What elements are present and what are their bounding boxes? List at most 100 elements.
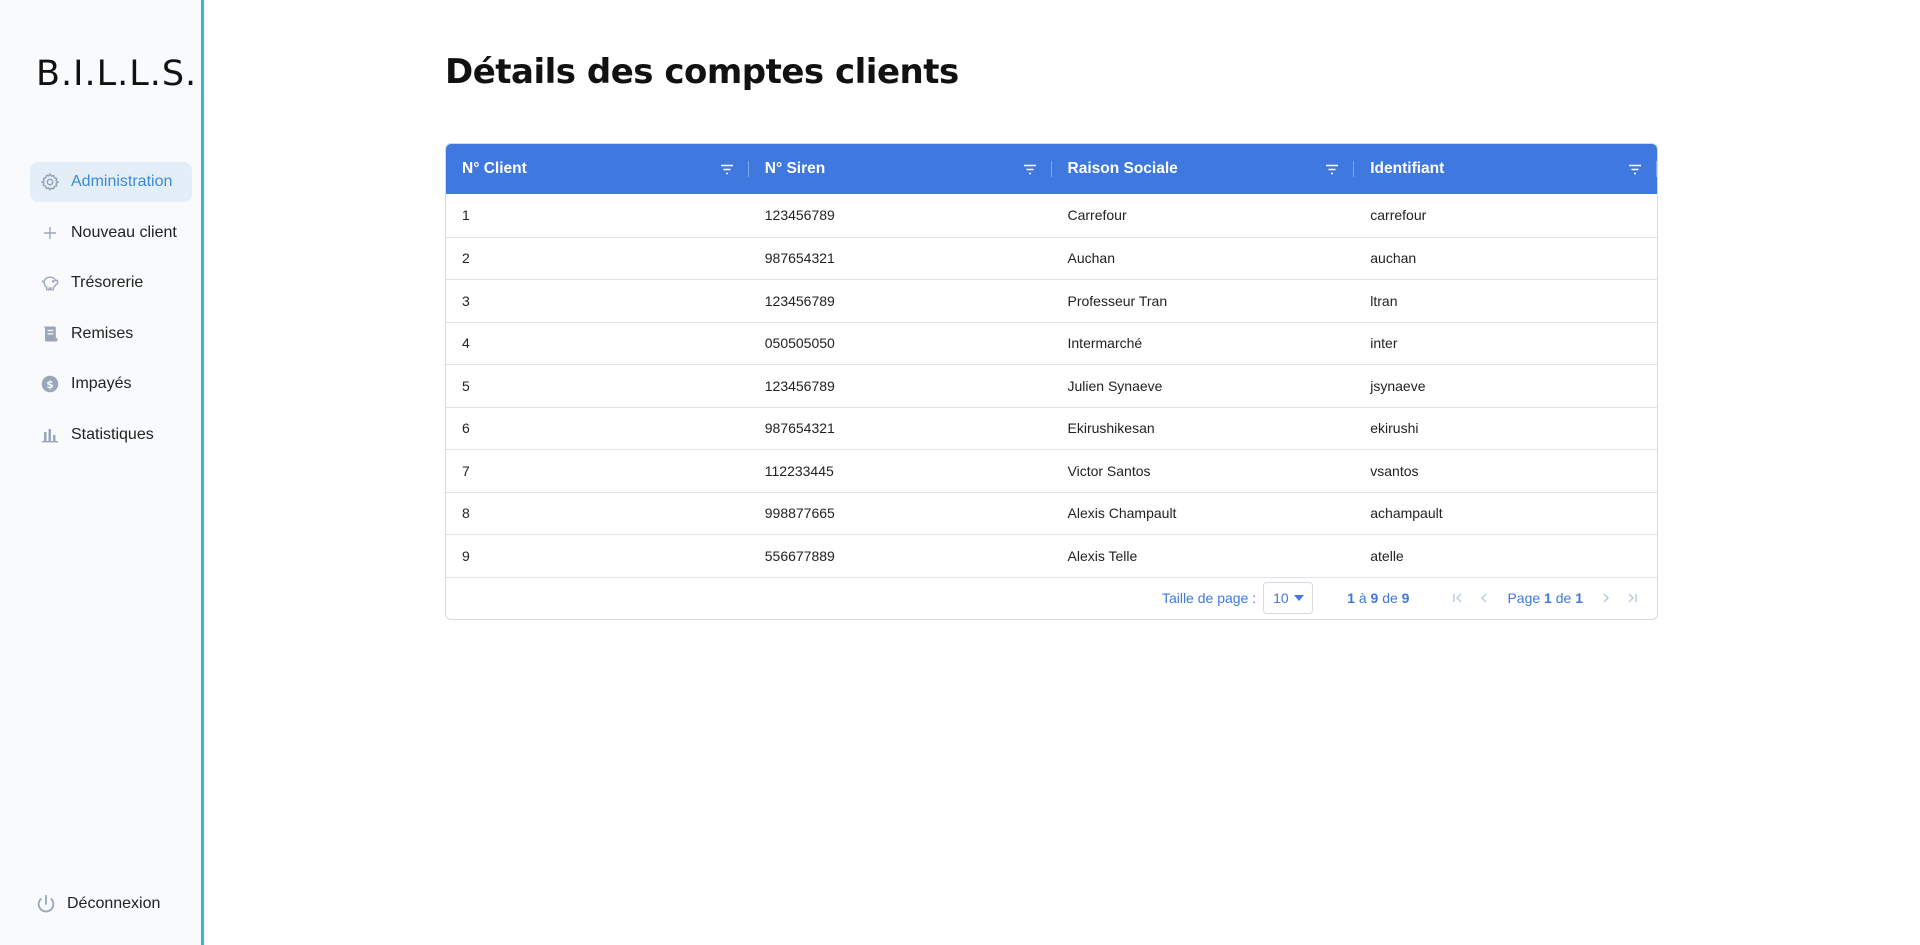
cell-raison-sociale: Julien Synaeve [1067,377,1163,394]
cell-raison-sociale: Victor Santos [1067,462,1151,479]
sidebar-item-label: Impayés [71,375,132,392]
cell-identifiant: jsynaeve [1370,377,1426,394]
filter-icon[interactable] [1324,162,1340,176]
cell-client-number: 5 [462,377,470,394]
logout-label: Déconnexion [67,895,161,912]
sidebar: B.I.L.L.S. Administration Nouveau client… [0,0,204,945]
sidebar-item-tresorerie[interactable]: Trésorerie [30,263,192,303]
sidebar-item-administration[interactable]: Administration [30,162,192,202]
cell-identifiant: auchan [1370,250,1417,267]
cell-raison-sociale: Alexis Telle [1067,547,1138,564]
app-logo: B.I.L.L.S. [36,54,198,94]
cell-raison-sociale: Professeur Tran [1067,292,1168,309]
column-header-label: N° Siren [764,160,826,177]
svg-text:$: $ [46,379,53,391]
page-label: Page [1507,590,1541,606]
pagination-bar: Taille de page : 10 1 à 9 de 9 Page 1 de… [446,576,1657,619]
next-page-icon[interactable] [1595,587,1617,609]
cell-client-number: 9 [462,547,470,564]
row-range: 1 à 9 de 9 [1347,590,1409,606]
cell-siren: 123456789 [764,377,835,394]
page-of: de [1555,590,1572,606]
cell-siren: 050505050 [764,335,835,352]
cell-siren: 998877665 [764,505,835,522]
cell-raison-sociale: Intermarché [1067,335,1143,352]
cell-client-number: 4 [462,335,470,352]
cell-identifiant: achampault [1370,505,1443,522]
sidebar-item-remises[interactable]: Remises [30,314,192,354]
range-from: 1 [1347,590,1355,606]
cell-raison-sociale: Alexis Champault [1067,505,1177,522]
filter-icon[interactable] [1627,162,1643,176]
cell-raison-sociale: Ekirushikesan [1067,420,1155,437]
sidebar-item-label: Trésorerie [71,274,144,291]
sidebar-item-nouveau-client[interactable]: Nouveau client [30,213,192,253]
piggy-bank-icon [40,273,60,293]
cell-client-number: 7 [462,462,470,479]
table-row[interactable]: 5 123456789 Julien Synaeve jsynaeve [446,364,1657,407]
receipt-icon [40,324,60,344]
plus-icon [40,223,60,243]
gear-icon [40,172,60,192]
column-header-client[interactable]: N° Client [446,144,749,194]
clients-table: N° Client N° Siren Raison Sociale Identi… [445,143,1658,620]
previous-page-icon[interactable] [1473,587,1495,609]
sidebar-item-label: Nouveau client [71,223,177,241]
column-header-siren[interactable]: N° Siren [749,144,1052,194]
page-size-value: 10 [1273,590,1289,606]
cell-client-number: 1 [462,207,470,224]
cell-identifiant: vsantos [1370,462,1419,479]
column-header-label: Identifiant [1370,160,1445,177]
cell-client-number: 3 [462,292,470,309]
range-total: 9 [1401,590,1410,606]
table-row[interactable]: 1 123456789 Carrefour carrefour [446,194,1657,237]
column-header-raison-sociale[interactable]: Raison Sociale [1052,144,1355,194]
sidebar-nav: Administration Nouveau client Trésorerie… [30,162,192,465]
dollar-circle-icon: $ [40,374,60,394]
column-header-label: N° Client [462,160,527,177]
caret-down-icon [1293,595,1304,601]
table-row[interactable]: 6 987654321 Ekirushikesan ekirushi [446,406,1657,450]
cell-siren: 987654321 [764,250,835,267]
first-page-icon[interactable] [1447,587,1469,609]
column-divider [1656,161,1657,177]
cell-client-number: 2 [462,250,470,267]
cell-siren: 123456789 [764,207,835,224]
table-row[interactable]: 2 987654321 Auchan auchan [446,236,1657,280]
page-current: 1 [1544,590,1552,606]
table-row[interactable]: 4 050505050 Intermarché inter [446,321,1657,365]
sidebar-item-statistiques[interactable]: Statistiques [30,415,192,455]
table-row[interactable]: 3 123456789 Professeur Tran ltran [446,279,1657,322]
table-row[interactable]: 7 112233445 Victor Santos vsantos [446,449,1657,492]
cell-identifiant: carrefour [1370,207,1427,224]
last-page-icon[interactable] [1621,587,1643,609]
range-to: 9 [1370,590,1379,606]
page-size-select[interactable]: 10 [1263,582,1314,614]
power-icon [34,892,58,916]
table-row[interactable]: 8 998877665 Alexis Champault achampault [446,491,1657,535]
cell-client-number: 8 [462,505,470,522]
page-title: Détails des comptes clients [445,52,959,92]
column-header-label: Raison Sociale [1067,160,1178,177]
cell-siren: 556677889 [764,547,835,564]
filter-icon[interactable] [719,162,735,176]
filter-icon[interactable] [1022,162,1038,176]
sidebar-item-impayes[interactable]: $ Impayés [30,364,192,404]
cell-raison-sociale: Auchan [1067,250,1115,267]
table-body: 1 123456789 Carrefour carrefour 2 987654… [446,194,1657,577]
page-size-label: Taille de page : [1161,590,1257,606]
cell-client-number: 6 [462,420,470,437]
page-total: 1 [1575,590,1583,606]
cell-identifiant: inter [1370,335,1398,352]
column-header-identifiant[interactable]: Identifiant [1354,144,1657,194]
cell-identifiant: atelle [1370,547,1404,564]
cell-raison-sociale: Carrefour [1067,207,1127,224]
bar-chart-icon [40,425,60,445]
sidebar-item-label: Remises [71,324,134,342]
cell-siren: 123456789 [764,292,835,309]
cell-siren: 112233445 [764,462,834,479]
logout-button[interactable]: Déconnexion [34,892,160,916]
sidebar-item-label: Statistiques [71,425,154,443]
table-row[interactable]: 9 556677889 Alexis Telle atelle [446,534,1657,577]
page-indicator: Page 1 de 1 [1507,590,1583,606]
